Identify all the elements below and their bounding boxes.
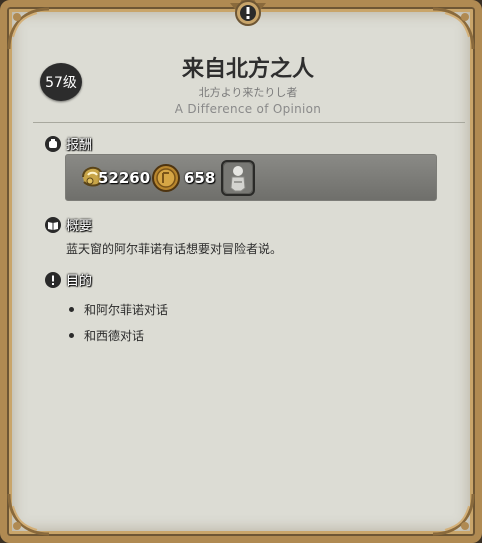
frame-corner-ornament bbox=[431, 492, 475, 536]
gil-value: 658 bbox=[184, 169, 216, 187]
coin-bag-icon bbox=[45, 135, 61, 152]
objectives-heading-label: 目的 bbox=[66, 274, 93, 289]
frame-corner-ornament bbox=[7, 7, 51, 51]
objective-text: 和阿尔菲诺对话 bbox=[84, 302, 169, 317]
rewards-heading: 报酬 bbox=[45, 134, 92, 153]
summary-heading: 概要 bbox=[45, 215, 92, 234]
quest-title-japanese: 北方より来たりし者 bbox=[198, 86, 298, 99]
experience-value: 52260 bbox=[98, 169, 151, 187]
quest-summary-text: 蓝天窗的阿尔菲诺有话想要对冒险者说。 bbox=[66, 242, 283, 256]
armor-item-icon[interactable] bbox=[221, 160, 255, 196]
list-item: 和西德对话 bbox=[69, 322, 168, 348]
frame-corner-ornament bbox=[431, 7, 475, 51]
rewards-panel: 52260 658 bbox=[65, 154, 437, 201]
bullet-icon bbox=[69, 332, 74, 338]
experience-reward: 52260 bbox=[78, 163, 150, 193]
list-item: 和阿尔菲诺对话 bbox=[69, 296, 168, 322]
quest-title: 来自北方之人 bbox=[181, 57, 314, 82]
gil-reward: 658 bbox=[150, 163, 215, 193]
title-divider bbox=[33, 122, 465, 123]
quest-medal-icon bbox=[230, 0, 266, 26]
quest-title-english: A Difference of Opinion bbox=[174, 102, 322, 116]
item-reward[interactable] bbox=[221, 160, 255, 196]
bullet-icon bbox=[69, 306, 74, 312]
book-icon bbox=[45, 216, 61, 233]
gil-coin-icon bbox=[152, 164, 180, 192]
quest-window: 57级 来自北方之人 北方より来たりし者 A Difference of Opi… bbox=[0, 0, 482, 543]
objectives-list: 和阿尔菲诺对话 和西德对话 bbox=[69, 296, 168, 348]
exclamation-icon bbox=[45, 271, 61, 288]
rewards-heading-label: 报酬 bbox=[66, 138, 93, 153]
frame-corner-ornament bbox=[7, 492, 51, 536]
objective-text: 和西德对话 bbox=[84, 328, 145, 343]
objectives-heading: 目的 bbox=[45, 270, 92, 289]
summary-heading-label: 概要 bbox=[66, 219, 93, 234]
